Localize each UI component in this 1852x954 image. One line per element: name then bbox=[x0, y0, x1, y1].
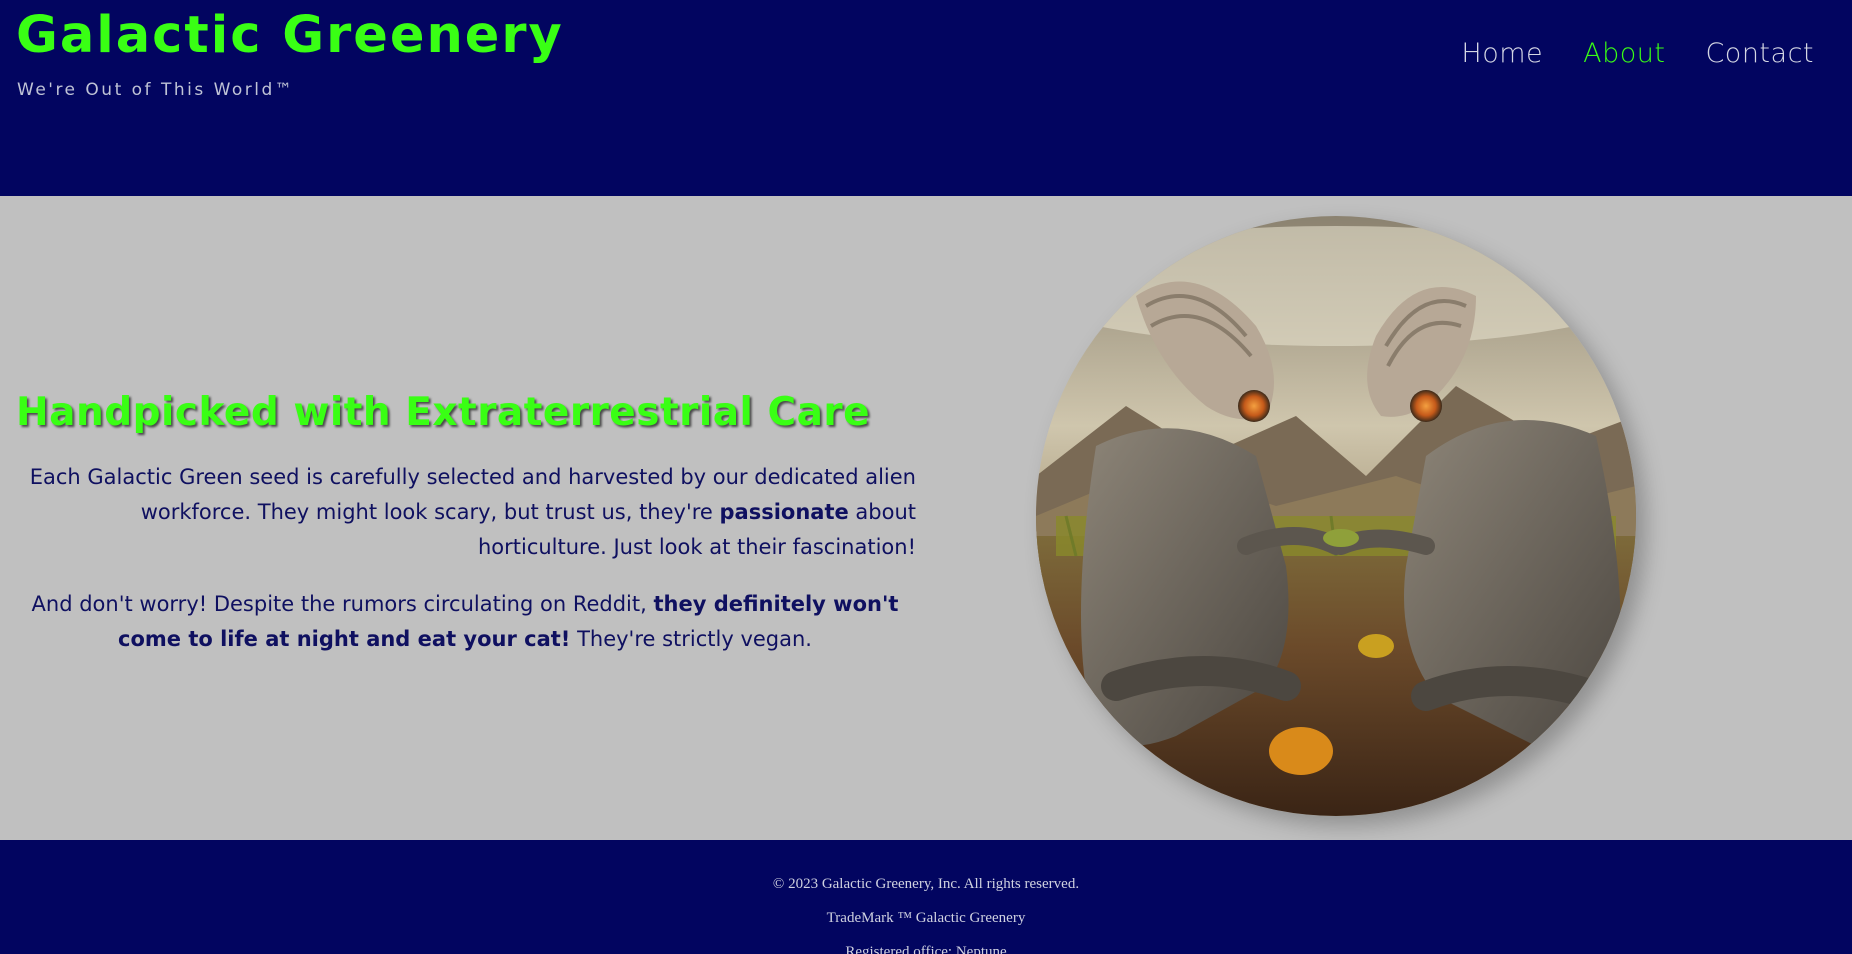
site-header: Galactic Greenery We're Out of This Worl… bbox=[0, 0, 1852, 196]
nav-link-about[interactable]: About bbox=[1583, 38, 1665, 69]
reassurance-text-end: They're strictly vegan. bbox=[570, 627, 812, 651]
two-aliens-tending-crops-image bbox=[1036, 216, 1636, 816]
reassurance-text-start: And don't worry! Despite the rumors circ… bbox=[31, 592, 654, 616]
nav-link-home[interactable]: Home bbox=[1461, 38, 1543, 69]
main-nav: Home About Contact bbox=[1461, 38, 1814, 69]
site-title: Galactic Greenery bbox=[16, 6, 564, 65]
site-tagline: We're Out of This World™ bbox=[17, 80, 295, 100]
intro-paragraph: Each Galactic Green seed is carefully se… bbox=[20, 460, 916, 565]
footer-trademark: TradeMark ™ Galactic Greenery bbox=[826, 910, 1026, 926]
reassurance-paragraph: And don't worry! Despite the rumors circ… bbox=[20, 587, 910, 657]
nav-link-contact[interactable]: Contact bbox=[1705, 38, 1814, 69]
site-footer: © 2023 Galactic Greenery, Inc. All right… bbox=[0, 840, 1852, 954]
footer-copyright: © 2023 Galactic Greenery, Inc. All right… bbox=[772, 876, 1080, 892]
intro-emphasis: passionate bbox=[719, 500, 849, 524]
footer-office: Registered office: Neptune bbox=[845, 944, 1007, 954]
section-heading: Handpicked with Extraterrestrial Care bbox=[16, 390, 871, 435]
about-section: Handpicked with Extraterrestrial Care Ea… bbox=[0, 196, 1852, 840]
